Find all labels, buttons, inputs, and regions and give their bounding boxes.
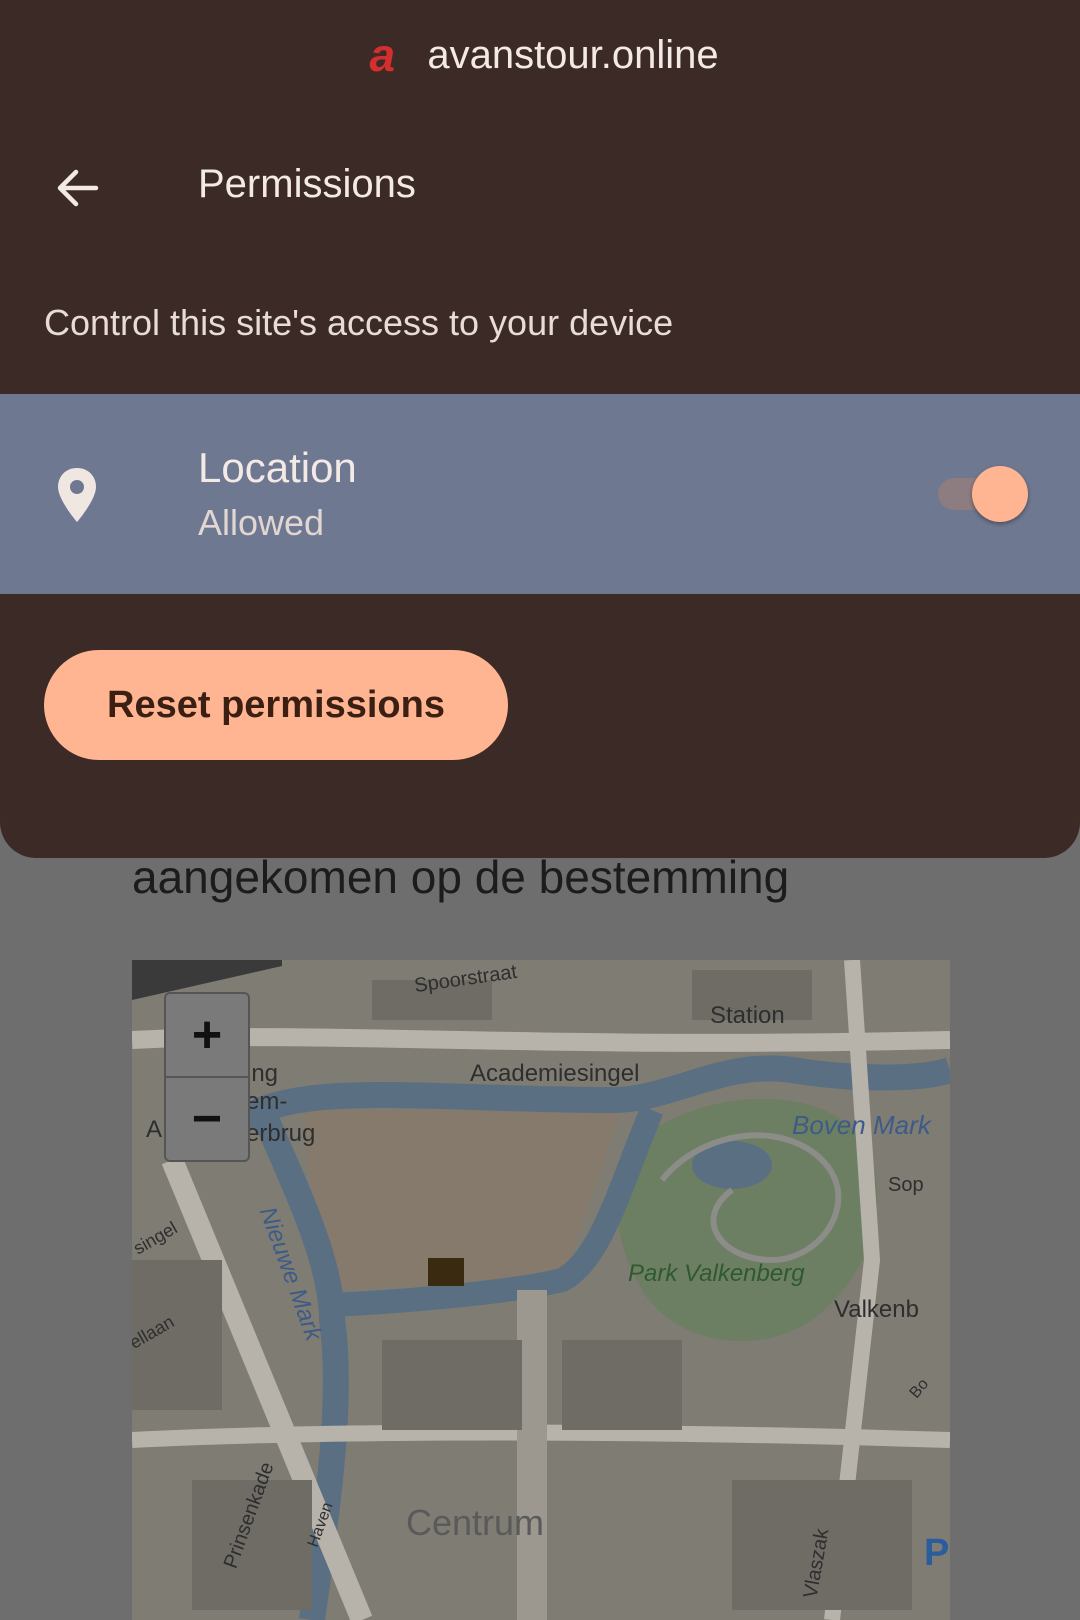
map-label-park-valkenberg: Park Valkenberg — [628, 1260, 805, 1287]
map[interactable]: Spoorstraat Station Academiesingel ing e… — [132, 960, 950, 1620]
map-label-station: Station — [710, 1002, 785, 1029]
map-label-sop: Sop — [888, 1174, 924, 1196]
map-label-valkenb: Valkenb — [834, 1296, 919, 1323]
site-domain: avanstour.online — [427, 32, 719, 77]
permission-row-location[interactable] — [0, 394, 1080, 594]
zoom-out-button[interactable]: − — [166, 1076, 248, 1160]
map-zoom-control: + − — [164, 992, 250, 1162]
map-label-centrum: Centrum — [406, 1502, 545, 1543]
map-label-parking: P — [924, 1532, 950, 1574]
map-label-erbrug: erbrug — [246, 1120, 316, 1147]
toggle-thumb — [972, 466, 1028, 522]
map-label-boven-mark: Boven Mark — [792, 1110, 931, 1140]
permission-name: Location — [198, 444, 357, 491]
location-toggle[interactable] — [938, 466, 1028, 522]
arrow-left-icon — [57, 169, 99, 207]
map-label-academiesingel: Academiesingel — [470, 1060, 640, 1087]
site-logo-icon: a — [369, 29, 396, 81]
permission-status: Allowed — [198, 502, 325, 543]
location-pin-icon — [58, 468, 96, 522]
map-label-ing: ing — [246, 1060, 279, 1087]
site-header: a avanstour.online — [0, 24, 1080, 86]
reset-permissions-button[interactable]: Reset permissions — [44, 650, 508, 760]
map-label-em: em- — [246, 1088, 288, 1115]
page-heading: aangekomen op de bestemming — [132, 851, 790, 903]
page-title: Permissions — [198, 162, 416, 206]
permissions-description: Control this site's access to your devic… — [44, 302, 674, 343]
site-permissions-sheet: a avanstour.online Permissions Control t… — [0, 0, 1080, 858]
zoom-in-button[interactable]: + — [166, 994, 248, 1076]
map-label-a: A — [146, 1116, 163, 1143]
back-button[interactable] — [50, 160, 106, 216]
